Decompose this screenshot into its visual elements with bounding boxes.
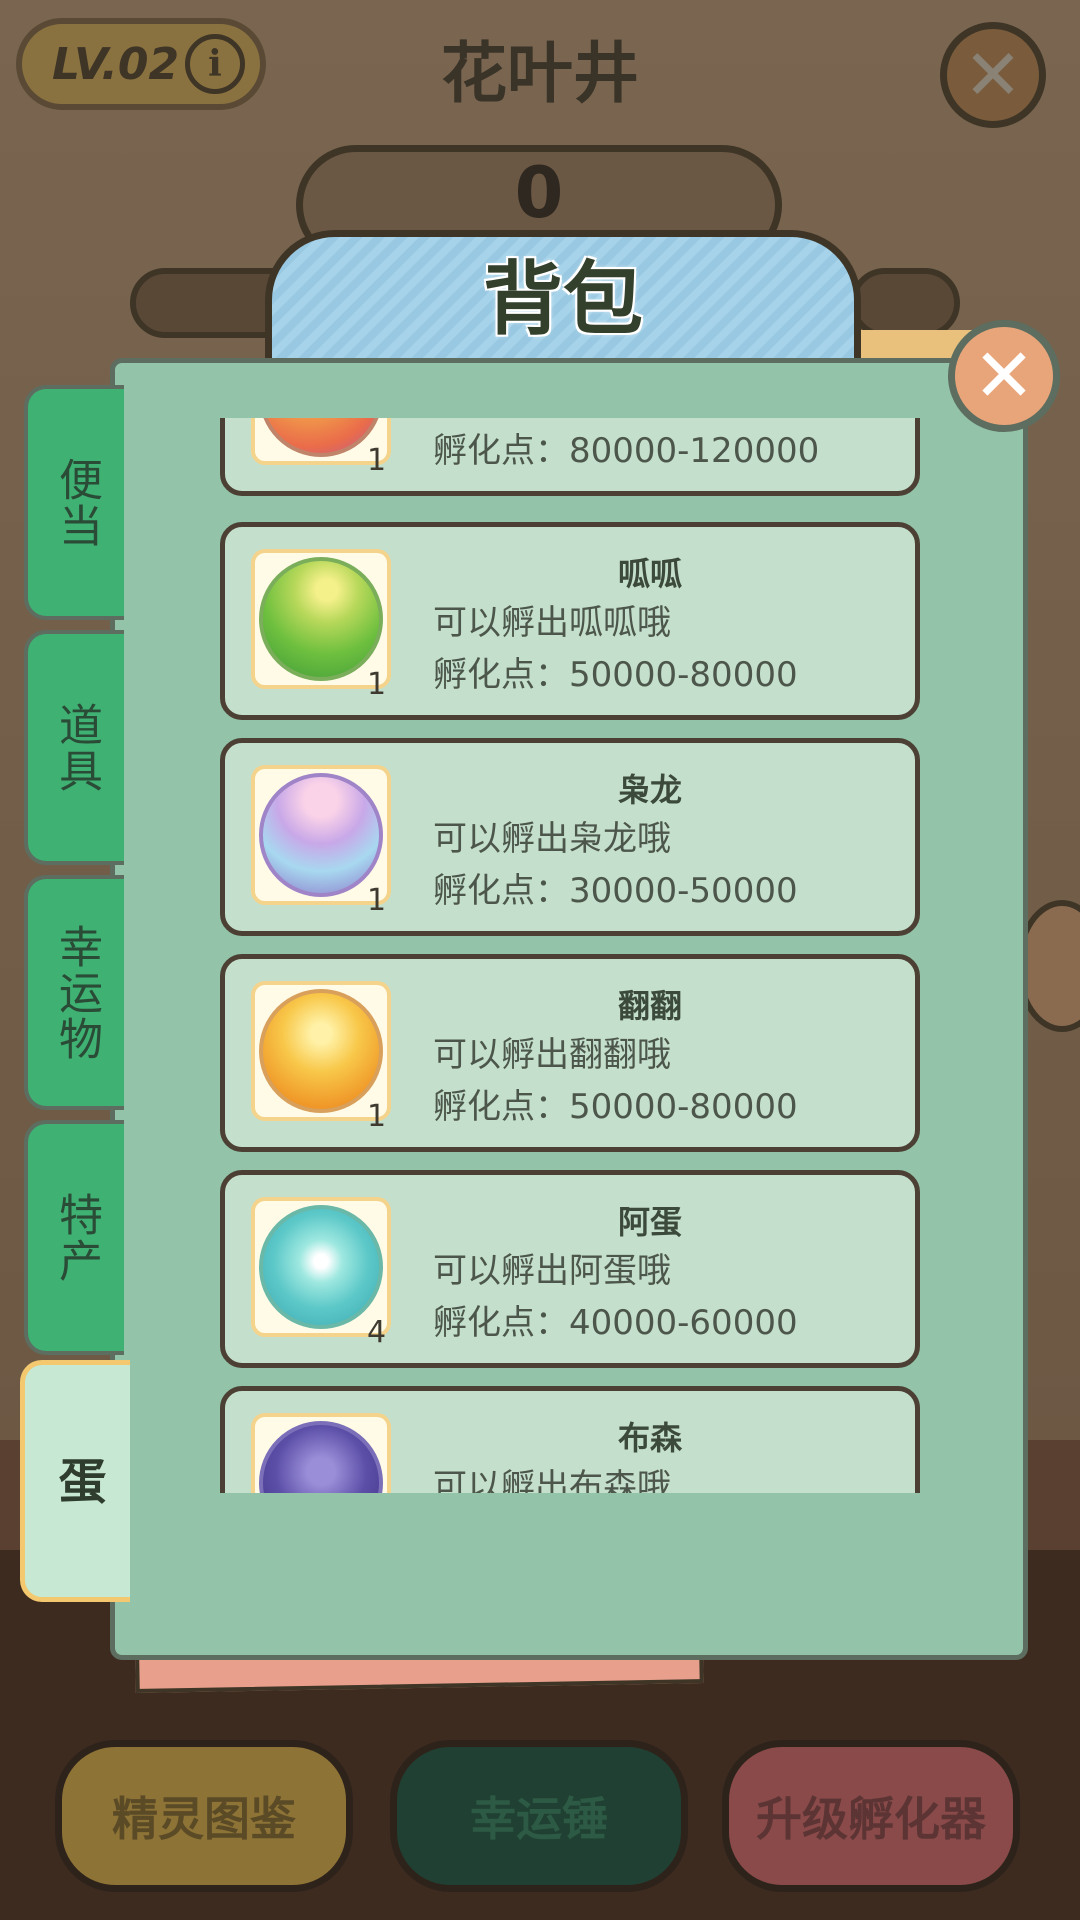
item-points: 孵化点：50000-80000 [433,655,798,695]
item-count: 4 [367,1315,387,1350]
decor-bone-right [850,268,960,338]
info-icon[interactable]: i [185,34,245,94]
item-points: 孵化点：50000-80000 [433,1087,798,1127]
item-name: 翻翻 [617,987,682,1025]
list-item[interactable]: 1 呱呱 可以孵出呱呱哦 孵化点：50000-80000 [220,522,920,720]
item-points: 孵化点：30000-50000 [433,871,798,911]
page-title: 花叶井 [441,35,639,112]
egg-icon [259,418,383,457]
item-count: 1 [367,443,387,478]
item-description: 可以孵出呱呱哦 [433,603,671,643]
list-item[interactable]: 1 枭龙 可以孵出枭龙哦 孵化点：30000-50000 [220,738,920,936]
item-points: 孵化点：80000-120000 [433,431,820,471]
egg-icon [259,1205,383,1329]
list-item[interactable]: 4 阿蛋 可以孵出阿蛋哦 孵化点：40000-60000 [220,1170,920,1368]
egg-icon [259,1421,383,1493]
upgrade-incubator-button[interactable]: 升级孵化器 [722,1740,1020,1892]
tab-eggs[interactable]: 蛋 [20,1360,130,1602]
egg-icon [259,773,383,897]
close-icon[interactable]: ✕ [948,320,1060,432]
egg-icon [259,557,383,681]
item-name: 枭龙 [617,771,682,809]
item-description: 可以孵出枭龙哦 [433,819,671,859]
item-count: 1 [367,667,387,702]
backpack-title: 背包 [483,253,643,346]
item-name: 布森 [617,1419,682,1457]
tab-specialty[interactable]: 特产 [24,1120,124,1355]
level-text: LV.02 [52,38,180,90]
list-item[interactable]: 1 孵化点：80000-120000 [220,418,920,496]
tab-items[interactable]: 道具 [24,630,124,865]
item-name: 呱呱 [617,555,682,593]
list-item[interactable]: 1 翻翻 可以孵出翻翻哦 孵化点：50000-80000 [220,954,920,1152]
close-icon[interactable]: ✕ [940,22,1046,128]
item-description: 可以孵出布森哦 [433,1467,671,1493]
item-points: 孵化点：40000-60000 [433,1303,798,1343]
tab-lucky-items[interactable]: 幸运物 [24,875,124,1110]
item-count: 1 [367,883,387,918]
tab-bento[interactable]: 便当 [24,385,124,620]
list-item[interactable]: 布森 可以孵出布森哦 [220,1386,920,1493]
item-count: 1 [367,1099,387,1134]
item-description: 可以孵出翻翻哦 [433,1035,671,1075]
item-name: 阿蛋 [617,1203,682,1241]
item-description: 可以孵出阿蛋哦 [433,1251,671,1291]
lucky-hammer-button[interactable]: 幸运锤 [390,1740,688,1892]
egg-thumbnail [251,1413,391,1493]
egg-icon [259,989,383,1113]
egg-list[interactable]: 1 孵化点：80000-120000 1 呱呱 可以孵出呱呱哦 孵化点：5000… [218,418,926,1493]
pokedex-button[interactable]: 精灵图鉴 [55,1740,353,1892]
